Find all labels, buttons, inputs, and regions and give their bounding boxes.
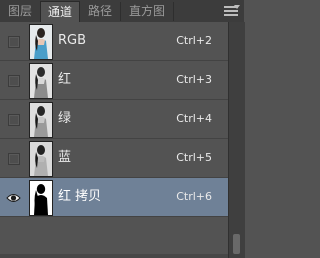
channel-name: RGB [58, 33, 87, 48]
channel-shortcut: Ctrl+4 [176, 112, 212, 125]
channel-thumbnail [29, 24, 53, 60]
channel-shortcut: Ctrl+3 [176, 73, 212, 86]
visibility-toggle[interactable] [8, 75, 20, 87]
visibility-toggle[interactable] [8, 36, 20, 48]
channel-row-blue[interactable]: 蓝 Ctrl+5 [0, 139, 228, 178]
channel-name: 蓝 [58, 150, 72, 165]
channel-row-rgb[interactable]: RGB Ctrl+2 [0, 22, 228, 61]
channel-name: 绿 [58, 111, 72, 126]
visibility-toggle[interactable] [8, 153, 20, 165]
vertical-scrollbar[interactable] [228, 22, 245, 258]
channel-thumbnail [29, 102, 53, 138]
channel-row-red[interactable]: 红 Ctrl+3 [0, 61, 228, 100]
channel-thumbnail [29, 180, 53, 216]
channel-shortcut: Ctrl+5 [176, 151, 212, 164]
panel-bottom-edge [0, 254, 228, 258]
tab-layers[interactable]: 图层 [0, 2, 41, 21]
tab-channels[interactable]: 通道 [40, 1, 80, 24]
tab-paths[interactable]: 路径 [80, 2, 121, 21]
channel-row-green[interactable]: 绿 Ctrl+4 [0, 100, 228, 139]
tab-histogram[interactable]: 直方图 [121, 2, 174, 21]
channel-name: 红 拷贝 [58, 189, 102, 204]
eye-icon[interactable] [6, 190, 21, 204]
visibility-toggle[interactable] [8, 114, 20, 126]
scrollbar-thumb[interactable] [233, 234, 240, 254]
channel-name: 红 [58, 72, 72, 87]
channel-row-red-copy[interactable]: 红 拷贝 Ctrl+6 [0, 178, 228, 217]
channel-thumbnail [29, 141, 53, 177]
channel-shortcut: Ctrl+2 [176, 34, 212, 47]
channel-list: RGB Ctrl+2 红 Ctrl+3 绿 Ctrl+4 蓝 Ctrl+5 红 … [0, 22, 228, 254]
channel-shortcut: Ctrl+6 [176, 190, 212, 203]
channel-thumbnail [29, 63, 53, 99]
panel-menu-icon[interactable] [222, 4, 240, 18]
panel-tab-bar: 图层 通道 路径 直方图 [0, 0, 244, 24]
